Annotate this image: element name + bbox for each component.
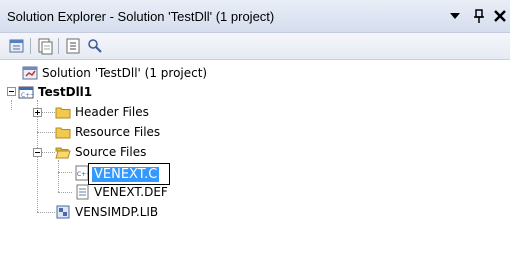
tree-line (58, 172, 72, 173)
lib-file-label: VENSIMDP.LIB (75, 205, 159, 219)
title-bar: Solution Explorer - Solution 'TestDll' (… (0, 0, 510, 33)
text-file-icon (76, 184, 89, 200)
tree-item-lib-file[interactable]: VENSIMDP.LIB (55, 202, 158, 222)
tree-item-resource-files[interactable]: Resource Files (55, 122, 160, 142)
tree-line (41, 112, 55, 113)
solution-icon (22, 66, 38, 80)
collapse-toggle[interactable] (7, 87, 16, 96)
source-files-label: Source Files (75, 145, 147, 159)
resource-files-label: Resource Files (75, 125, 161, 139)
refresh-icon[interactable] (64, 37, 82, 55)
tree-line (41, 152, 55, 153)
open-folder-icon (55, 147, 71, 159)
tree-item-project[interactable]: C++ TestDll1 (18, 82, 92, 102)
tree-item-source-files[interactable]: Source Files (55, 142, 146, 162)
window-title: Solution Explorer - Solution 'TestDll' (… (7, 9, 275, 24)
tree-line (58, 192, 72, 193)
tree-line (37, 132, 55, 133)
tree-line (11, 100, 12, 110)
project-label: TestDll1 (38, 85, 93, 99)
def-file-label: VENEXT.DEF (94, 185, 168, 199)
dropdown-icon[interactable] (447, 8, 463, 24)
folder-icon (55, 127, 71, 139)
toolbar-separator (30, 38, 31, 54)
pin-icon[interactable] (471, 8, 487, 24)
rename-input-value: VENEXT.C (92, 167, 160, 182)
solution-tree: Solution 'TestDll' (1 project) C++ TestD… (0, 60, 510, 265)
toolbar-separator (58, 38, 59, 54)
folder-icon (55, 107, 71, 119)
tree-line (37, 212, 55, 213)
collapse-toggle[interactable] (33, 148, 42, 157)
project-icon: C++ (18, 86, 34, 99)
tree-item-header-files[interactable]: Header Files (55, 102, 149, 122)
library-file-icon (56, 205, 70, 219)
solution-label: Solution 'TestDll' (1 project) (42, 66, 208, 80)
tree-item-def-file[interactable]: VENEXT.DEF (74, 182, 168, 202)
tree-item-solution[interactable]: Solution 'TestDll' (1 project) (22, 63, 207, 83)
svg-text:C++: C++ (21, 92, 34, 99)
class-view-icon[interactable] (86, 37, 104, 55)
toolbar (0, 33, 510, 60)
show-all-files-icon[interactable] (36, 37, 54, 55)
header-files-label: Header Files (75, 105, 149, 119)
expand-toggle[interactable] (33, 108, 42, 117)
close-icon[interactable] (492, 8, 508, 24)
tree-line (58, 160, 59, 192)
properties-icon[interactable] (8, 37, 26, 55)
